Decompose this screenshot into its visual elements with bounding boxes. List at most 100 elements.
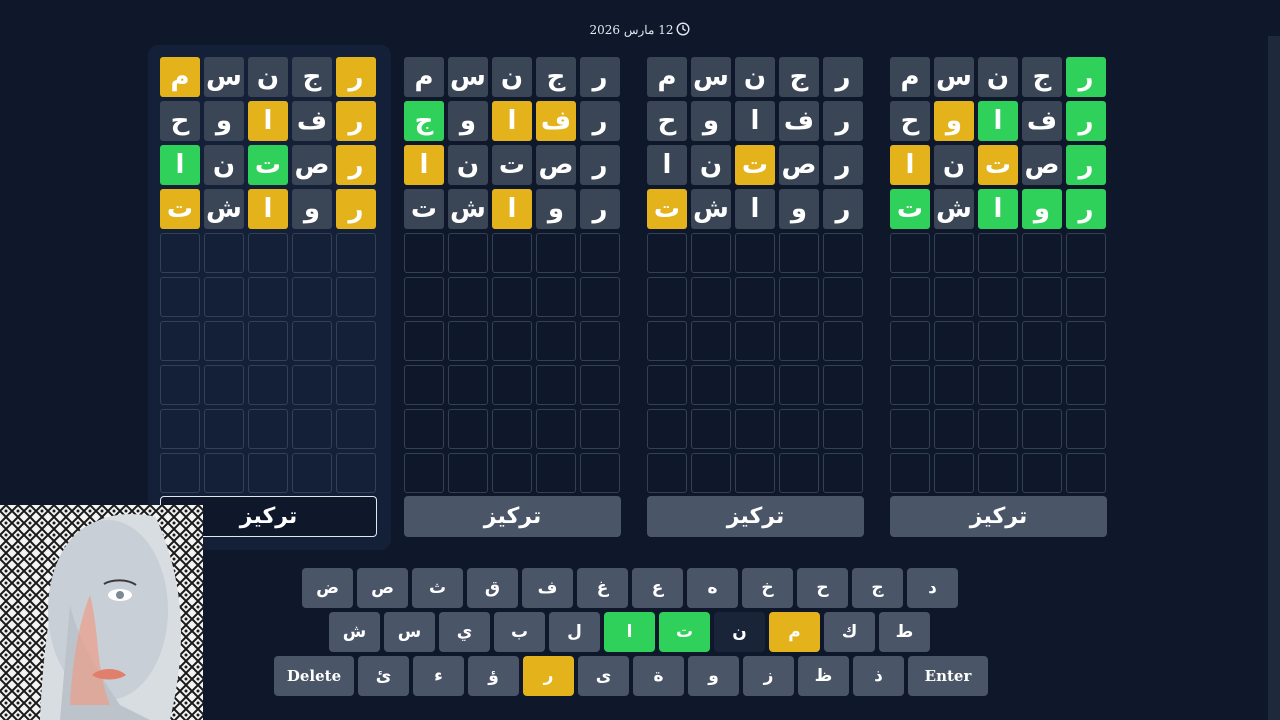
focus-button[interactable]: تركيز: [647, 496, 864, 537]
tile-empty: [823, 409, 863, 449]
letter-key[interactable]: ه: [687, 568, 738, 608]
tile-gray: ج: [779, 57, 819, 97]
board-1[interactable]: م س ن ج ر ح و ا ف ر ا ن ت ص ر ت ش ا و ر تركيز: [878, 45, 1121, 550]
letter-key[interactable]: ط: [879, 612, 930, 652]
tile-yellow: م: [160, 57, 200, 97]
tile-empty: [448, 233, 488, 273]
delete-key[interactable]: Delete: [274, 656, 354, 696]
tile-gray: و: [204, 101, 244, 141]
tile-empty: [890, 233, 930, 273]
letter-key[interactable]: ي: [439, 612, 490, 652]
tile-green: ت: [890, 189, 930, 229]
letter-key[interactable]: ر: [523, 656, 574, 696]
letter-key[interactable]: ا: [604, 612, 655, 652]
board-4[interactable]: م س ن ج ر ح و ا ف ر ا ن ت ص ر ت ش ا و ر تركيز: [148, 45, 391, 550]
tile-empty: [536, 321, 576, 361]
focus-button[interactable]: تركيز: [404, 496, 621, 537]
tile-yellow: ف: [536, 101, 576, 141]
tile-empty: [1022, 453, 1062, 493]
tile-gray: س: [691, 57, 731, 97]
tile-gray: ن: [934, 145, 974, 185]
tile-gray: ح: [160, 101, 200, 141]
tile-empty: [978, 453, 1018, 493]
tile-empty: [735, 277, 775, 317]
tile-empty: [934, 233, 974, 273]
tile-empty: [1022, 277, 1062, 317]
letter-key[interactable]: س: [384, 612, 435, 652]
tile-gray: م: [404, 57, 444, 97]
tile-yellow: و: [934, 101, 974, 141]
tile-empty: [890, 409, 930, 449]
tile-empty: [336, 409, 376, 449]
tile-empty: [1022, 409, 1062, 449]
letter-key[interactable]: ب: [494, 612, 545, 652]
tile-empty: [204, 453, 244, 493]
letter-key[interactable]: ظ: [798, 656, 849, 696]
tile-empty: [934, 277, 974, 317]
letter-key[interactable]: ء: [413, 656, 464, 696]
focus-button[interactable]: تركيز: [890, 496, 1107, 537]
letter-key[interactable]: ج: [852, 568, 903, 608]
letter-key[interactable]: ئ: [358, 656, 409, 696]
tile-gray: ص: [292, 145, 332, 185]
tile-gray: ر: [580, 101, 620, 141]
tile-empty: [691, 277, 731, 317]
tile-yellow: ا: [492, 101, 532, 141]
letter-key[interactable]: ذ: [853, 656, 904, 696]
enter-key[interactable]: Enter: [908, 656, 988, 696]
letter-key[interactable]: ك: [824, 612, 875, 652]
letter-key[interactable]: ض: [302, 568, 353, 608]
tile-empty: [336, 453, 376, 493]
tile-empty: [292, 321, 332, 361]
tile-empty: [890, 277, 930, 317]
tile-empty: [934, 453, 974, 493]
letter-key[interactable]: و: [688, 656, 739, 696]
letter-key[interactable]: د: [907, 568, 958, 608]
letter-key[interactable]: ة: [633, 656, 684, 696]
tile-empty: [647, 453, 687, 493]
letter-key[interactable]: ش: [329, 612, 380, 652]
tile-empty: [292, 409, 332, 449]
letter-key[interactable]: ى: [578, 656, 629, 696]
tile-empty: [160, 453, 200, 493]
tile-yellow: ت: [647, 189, 687, 229]
tile-gray: ف: [292, 101, 332, 141]
tile-empty: [890, 321, 930, 361]
tile-yellow: ر: [336, 57, 376, 97]
letter-key[interactable]: ص: [357, 568, 408, 608]
letter-key[interactable]: ث: [412, 568, 463, 608]
letter-key[interactable]: خ: [742, 568, 793, 608]
board-2[interactable]: م س ن ج ر ح و ا ف ر ا ن ت ص ر ت ش ا و ر تركيز: [635, 45, 878, 550]
letter-key[interactable]: غ: [577, 568, 628, 608]
page-scrollbar[interactable]: [1268, 36, 1280, 720]
tile-empty: [978, 365, 1018, 405]
tile-empty: [292, 365, 332, 405]
tile-gray: ا: [647, 145, 687, 185]
tile-empty: [448, 453, 488, 493]
tile-empty: [292, 277, 332, 317]
letter-key[interactable]: ح: [797, 568, 848, 608]
tile-empty: [1066, 365, 1106, 405]
tile-empty: [448, 277, 488, 317]
tile-gray: ش: [934, 189, 974, 229]
board-grid: مسنجرحوافرانتصرتشاور: [890, 57, 1106, 493]
board-3[interactable]: م س ن ج ر ج و ا ف ر ا ن ت ص ر ت ش ا و ر تركيز: [392, 45, 635, 550]
letter-key[interactable]: ؤ: [468, 656, 519, 696]
letter-key[interactable]: ن: [714, 612, 765, 652]
letter-key[interactable]: ز: [743, 656, 794, 696]
letter-key[interactable]: ع: [632, 568, 683, 608]
letter-key[interactable]: م: [769, 612, 820, 652]
letter-key[interactable]: ت: [659, 612, 710, 652]
tile-gray: ت: [404, 189, 444, 229]
tile-green: ا: [160, 145, 200, 185]
letter-key[interactable]: ق: [467, 568, 518, 608]
tile-empty: [978, 233, 1018, 273]
tile-empty: [823, 277, 863, 317]
letter-key[interactable]: ف: [522, 568, 573, 608]
tile-empty: [492, 277, 532, 317]
tile-empty: [536, 409, 576, 449]
letter-key[interactable]: ل: [549, 612, 600, 652]
tile-gray: ف: [1022, 101, 1062, 141]
tile-gray: س: [204, 57, 244, 97]
tile-gray: ص: [779, 145, 819, 185]
